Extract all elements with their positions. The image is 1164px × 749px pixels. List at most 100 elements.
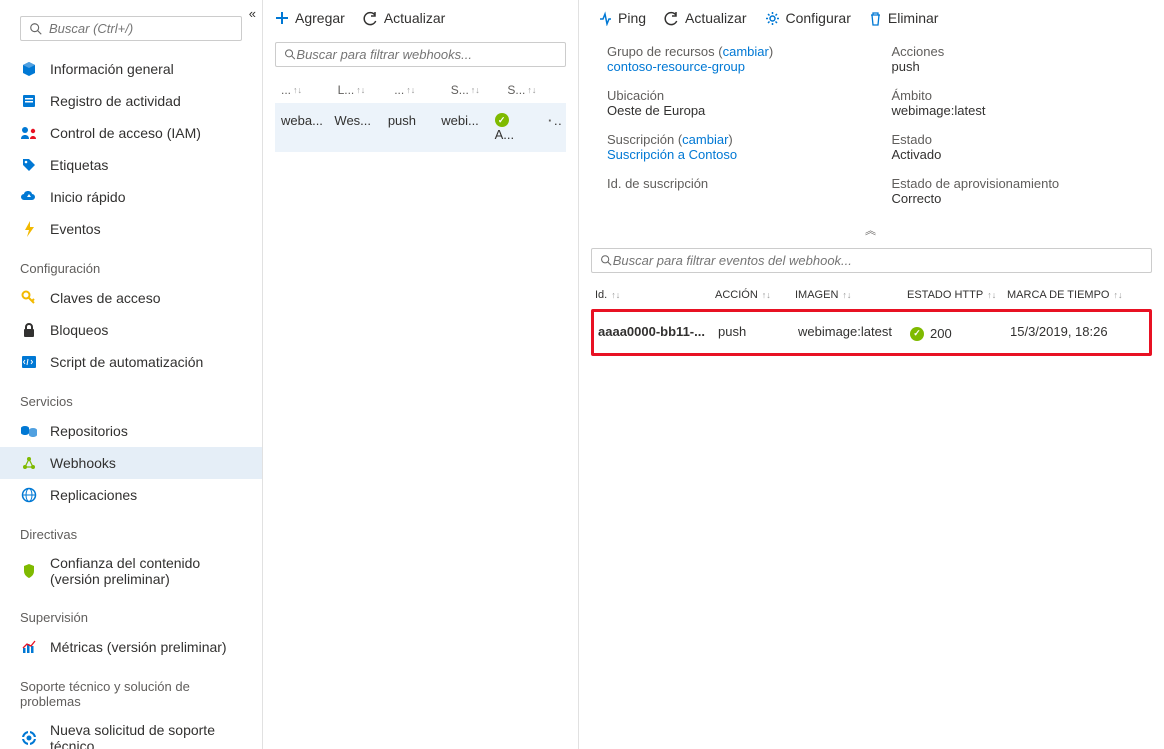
nav-label: Eventos: [50, 221, 101, 237]
nav-label: Métricas (versión preliminar): [50, 639, 227, 655]
log-icon: [20, 92, 38, 110]
col-header-timestamp[interactable]: MARCA DE TIEMPO↑↓: [1007, 289, 1148, 301]
change-sub-link[interactable]: cambiar: [682, 132, 728, 147]
nav-metrics[interactable]: Métricas (versión preliminar): [0, 631, 262, 663]
nav-label: Control de acceso (IAM): [50, 125, 201, 141]
col-header-id[interactable]: Id.↑↓: [595, 289, 715, 301]
nav-label: Repositorios: [50, 423, 128, 439]
webhook-icon: [20, 454, 38, 472]
nav-repositories[interactable]: Repositorios: [0, 415, 262, 447]
nav-label: Inicio rápido: [50, 189, 126, 205]
rg-link[interactable]: contoso-resource-group: [607, 59, 852, 74]
section-heading-policies: Directivas: [0, 521, 262, 548]
nav-new-support-request[interactable]: Nueva solicitud de soporte técnico: [0, 715, 262, 749]
col-header-image[interactable]: IMAGEN↑↓: [795, 289, 907, 301]
webhooks-list-panel: Agregar Actualizar ...↑↓ L...↑↓ ...↑↓ S.…: [263, 0, 579, 749]
configure-button[interactable]: Configurar: [765, 10, 851, 26]
toolbar-label: Agregar: [295, 10, 345, 26]
support-icon: [20, 729, 38, 747]
bolt-icon: [20, 220, 38, 238]
properties-grid: Grupo de recursos (cambiar) contoso-reso…: [579, 36, 1164, 218]
collapse-sidebar-button[interactable]: «: [249, 6, 256, 21]
webhook-row[interactable]: weba... Wes... push webi... ✓ A... ···: [275, 103, 566, 152]
col-header[interactable]: ...↑↓: [392, 83, 449, 97]
nav-label: Claves de acceso: [50, 290, 161, 306]
webhooks-filter-input[interactable]: [296, 47, 557, 62]
nav-content-trust[interactable]: Confianza del contenido (versión prelimi…: [0, 548, 262, 594]
search-icon: [284, 48, 296, 61]
refresh-button[interactable]: Actualizar: [363, 10, 445, 26]
prop-label-state: Estado: [892, 132, 1137, 147]
nav-activity-log[interactable]: Registro de actividad: [0, 85, 262, 117]
refresh-button[interactable]: Actualizar: [664, 10, 746, 26]
access-icon: [20, 124, 38, 142]
nav-quickstart[interactable]: Inicio rápido: [0, 181, 262, 213]
prop-label-location: Ubicación: [607, 88, 852, 103]
col-header[interactable]: L...↑↓: [336, 83, 393, 97]
nav-tags[interactable]: Etiquetas: [0, 149, 262, 181]
nav-replications[interactable]: Replicaciones: [0, 479, 262, 511]
change-rg-link[interactable]: cambiar: [723, 44, 769, 59]
cell-image: webimage:latest: [798, 324, 910, 341]
col-header[interactable]: ...↑↓: [279, 83, 336, 97]
cube-icon: [20, 60, 38, 78]
script-icon: [20, 353, 38, 371]
nav-access-keys[interactable]: Claves de acceso: [0, 282, 262, 314]
delete-button[interactable]: Eliminar: [869, 10, 939, 26]
webhooks-filter[interactable]: [275, 42, 566, 67]
events-area: Id.↑↓ ACCIÓN↑↓ IMAGEN↑↓ ESTADO HTTP↑↓ MA…: [579, 248, 1164, 356]
section-heading-support: Soporte técnico y solución de problemas: [0, 673, 262, 715]
nav-locks[interactable]: Bloqueos: [0, 314, 262, 346]
webhooks-toolbar: Agregar Actualizar: [263, 0, 578, 36]
nav-access-control[interactable]: Control de acceso (IAM): [0, 117, 262, 149]
toolbar-label: Configurar: [786, 10, 851, 26]
nav-label: Información general: [50, 61, 174, 77]
row-more-button[interactable]: ···: [546, 113, 562, 142]
sidebar-search[interactable]: [20, 16, 242, 41]
key-icon: [20, 289, 38, 307]
globe-icon: [20, 486, 38, 504]
events-filter-input[interactable]: [613, 253, 1143, 268]
sub-link[interactable]: Suscripción a Contoso: [607, 147, 852, 162]
events-filter[interactable]: [591, 248, 1152, 273]
sidebar-search-input[interactable]: [49, 21, 233, 36]
prop-value-location: Oeste de Europa: [607, 103, 852, 118]
col-header[interactable]: S...↑↓: [505, 83, 562, 97]
nav-events[interactable]: Eventos: [0, 213, 262, 245]
nav-webhooks[interactable]: Webhooks: [0, 447, 262, 479]
nav-label: Registro de actividad: [50, 93, 181, 109]
col-header-status[interactable]: ESTADO HTTP↑↓: [907, 289, 1007, 301]
cell-location: Wes...: [332, 113, 385, 142]
prop-value-scope: webimage:latest: [892, 103, 1137, 118]
prop-value-state: Activado: [892, 147, 1137, 162]
cell-timestamp: 15/3/2019, 18:26: [1010, 324, 1145, 341]
prop-label-subscription: Suscripción (cambiar): [607, 132, 852, 147]
nav-automation-script[interactable]: Script de automatización: [0, 346, 262, 378]
sidebar: « Información general Registro de activi…: [0, 0, 263, 749]
prop-label-provisioning: Estado de aprovisionamiento: [892, 176, 1137, 191]
cloud-up-icon: [20, 188, 38, 206]
refresh-icon: [363, 11, 378, 26]
toolbar-label: Actualizar: [685, 10, 746, 26]
nav-label: Bloqueos: [50, 322, 108, 338]
plus-icon: [275, 11, 289, 25]
shield-icon: [20, 562, 38, 580]
collapse-props-button[interactable]: ︽: [579, 218, 1164, 248]
details-toolbar: Ping Actualizar Configurar Eliminar: [579, 0, 1164, 36]
prop-label-actions: Acciones: [892, 44, 1137, 59]
event-row[interactable]: aaaa0000-bb11-... push webimage:latest ✓…: [594, 312, 1149, 353]
nav-overview[interactable]: Información general: [0, 53, 262, 85]
nav-label: Nueva solicitud de soporte técnico: [50, 722, 242, 749]
col-header[interactable]: S...↑↓: [449, 83, 506, 97]
add-button[interactable]: Agregar: [275, 10, 345, 26]
gear-icon: [765, 11, 780, 26]
cell-status: ✓ A...: [493, 113, 546, 142]
ping-button[interactable]: Ping: [597, 10, 646, 26]
ok-icon: ✓: [910, 327, 924, 341]
cell-id: aaaa0000-bb11-...: [598, 324, 718, 341]
col-header-action[interactable]: ACCIÓN↑↓: [715, 289, 795, 301]
ping-icon: [597, 11, 612, 26]
repo-icon: [20, 422, 38, 440]
toolbar-label: Actualizar: [384, 10, 445, 26]
metrics-icon: [20, 638, 38, 656]
